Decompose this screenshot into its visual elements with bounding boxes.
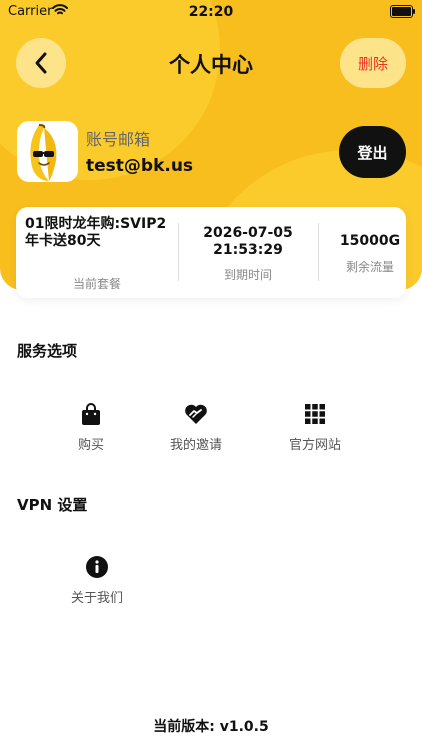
service-label: 我的邀请 bbox=[169, 438, 222, 453]
expiry-time: 21:53:29 bbox=[213, 242, 283, 258]
email-label: 账号邮箱 bbox=[86, 130, 151, 149]
service-item-invitation[interactable]: 我的邀请 bbox=[151, 402, 241, 453]
plan-value: 01限时龙年购:SVIP2年卡送80天 bbox=[25, 216, 167, 249]
settings-item-label: 关于我们 bbox=[70, 591, 123, 606]
traffic-label: 剩余流量 bbox=[345, 260, 394, 274]
settings-item-about-us[interactable]: 关于我们 bbox=[52, 555, 142, 606]
grid-icon bbox=[305, 404, 325, 424]
logout-button[interactable]: 登出 bbox=[339, 126, 406, 178]
chevron-left-icon bbox=[35, 52, 47, 74]
app-version: 当前版本: v1.0.5 bbox=[153, 719, 269, 735]
battery-icon bbox=[390, 5, 415, 18]
plan-label: 当前套餐 bbox=[72, 277, 121, 291]
avatar bbox=[17, 121, 78, 182]
service-item-buy[interactable]: 购买 bbox=[46, 402, 136, 453]
service-label: 官方网站 bbox=[288, 438, 341, 453]
plan-column: 01限时龙年购:SVIP2年卡送80天 当前套餐 bbox=[16, 207, 178, 298]
banana-avatar-icon bbox=[30, 124, 57, 181]
expiry-column: 2026-07-05 21:53:29 到期时间 bbox=[178, 207, 318, 298]
expiry-value: 2026-07-05 21:53:29 bbox=[178, 225, 318, 259]
service-label: 购买 bbox=[77, 438, 104, 453]
delete-account-button[interactable]: 删除 bbox=[340, 38, 406, 88]
handshake-heart-icon bbox=[185, 404, 207, 424]
status-bar: Carrier 22:20 bbox=[0, 0, 422, 24]
back-button[interactable] bbox=[16, 38, 66, 88]
traffic-value: 15000G bbox=[339, 233, 401, 249]
expiry-label: 到期时间 bbox=[223, 268, 272, 282]
email-value: test@bk.us bbox=[86, 156, 194, 176]
subscription-card: 01限时龙年购:SVIP2年卡送80天 当前套餐 2026-07-05 21:5… bbox=[16, 207, 406, 298]
service-item-website[interactable]: 官方网站 bbox=[270, 402, 360, 453]
vpn-settings-section-title: VPN 设置 bbox=[17, 496, 88, 514]
services-section-title: 服务选项 bbox=[17, 342, 78, 360]
info-icon bbox=[86, 556, 108, 578]
shopping-bag-icon bbox=[82, 403, 100, 425]
status-time: 22:20 bbox=[188, 4, 234, 20]
traffic-column: 15000G 剩余流量 bbox=[318, 207, 406, 298]
expiry-date: 2026-07-05 bbox=[203, 225, 293, 241]
